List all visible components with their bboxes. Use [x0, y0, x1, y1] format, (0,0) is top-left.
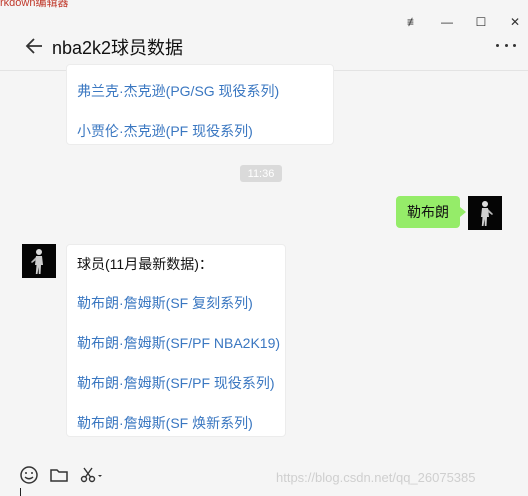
player-link[interactable]: 弗兰克·杰克逊(PG/SG 现役系列)	[77, 81, 279, 101]
player-link[interactable]: 勒布朗·詹姆斯(SF 复刻系列)	[77, 293, 253, 313]
user-message-bubble[interactable]: 勒布朗	[396, 196, 466, 228]
bot-avatar[interactable]	[22, 244, 56, 278]
file-button[interactable]	[48, 464, 70, 486]
user-message-text: 勒布朗	[407, 204, 449, 220]
player-avatar-icon	[31, 249, 43, 274]
reply-bubble: 球员(11月最新数据)： 勒布朗·詹姆斯(SF 复刻系列) 勒布朗·詹姆斯(SF…	[66, 244, 286, 437]
player-link[interactable]: 勒布朗·詹姆斯(SF/PF NBA2K19)	[77, 333, 280, 353]
message-timestamp: 11:36	[240, 165, 282, 182]
back-button[interactable]	[24, 35, 46, 57]
screenshot-button[interactable]	[78, 464, 106, 486]
folder-icon	[50, 469, 68, 482]
scissors-icon	[80, 467, 102, 483]
emoji-icon	[20, 466, 38, 484]
player-link[interactable]: 勒布朗·詹姆斯(SF/PF 现役系列)	[77, 373, 275, 393]
player-avatar-icon	[481, 201, 493, 226]
more-button[interactable]	[496, 44, 516, 50]
background-tab-title: rkdown编辑器	[0, 0, 69, 9]
more-icon	[496, 44, 499, 47]
player-avatar[interactable]	[468, 196, 502, 230]
reply-heading: 球员(11月最新数据)：	[77, 256, 213, 272]
player-link[interactable]: 勒布朗·詹姆斯(SF 焕新系列)	[77, 413, 253, 433]
emoji-button[interactable]	[18, 464, 40, 486]
player-link[interactable]: 小贾伦·杰克逊(PF 现役系列)	[77, 121, 253, 141]
back-arrow-icon	[25, 38, 42, 54]
previous-reply-bubble: 弗兰克·杰克逊(PG/SG 现役系列) 小贾伦·杰克逊(PF 现役系列)	[66, 64, 334, 145]
chat-title: nba2k2球员数据	[52, 38, 184, 58]
text-cursor[interactable]	[20, 488, 21, 496]
watermark: https://blog.csdn.net/qq_26075385	[276, 470, 476, 485]
